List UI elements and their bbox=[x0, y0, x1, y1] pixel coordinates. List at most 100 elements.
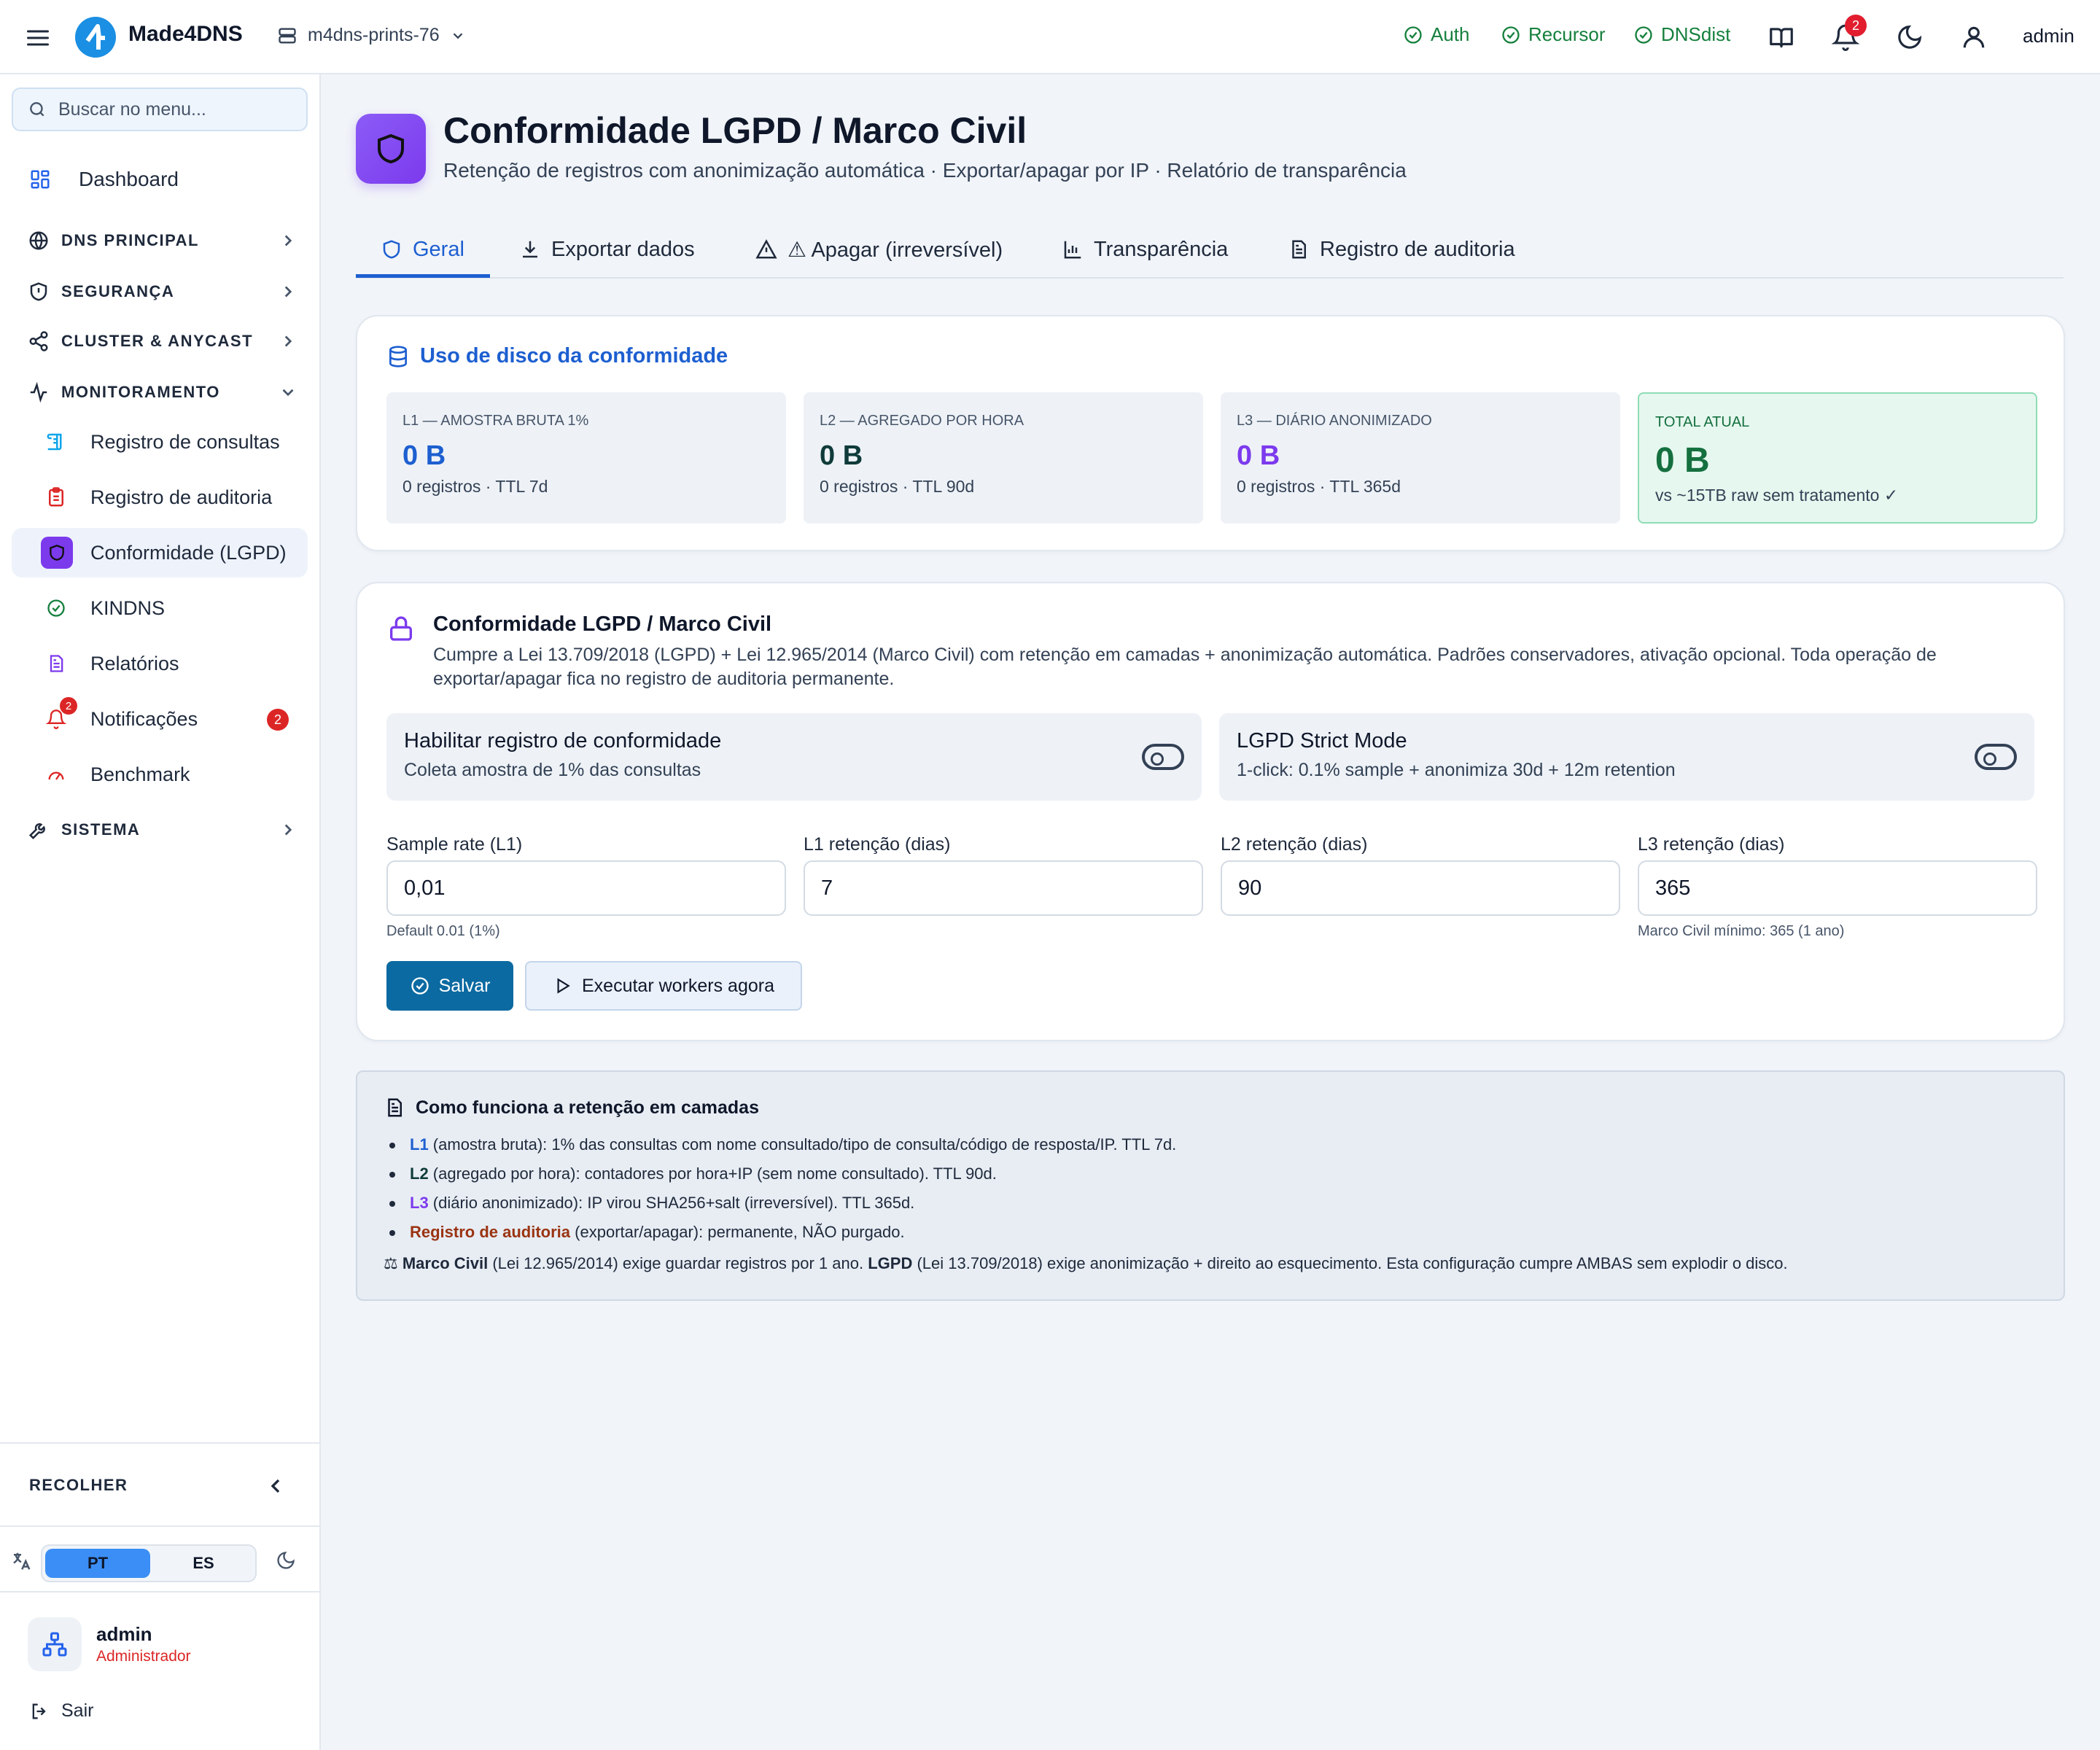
l3-retention-input[interactable] bbox=[1639, 862, 2036, 914]
lock-icon bbox=[390, 616, 412, 641]
scroll-icon bbox=[44, 429, 69, 454]
download-icon bbox=[523, 241, 537, 258]
book-icon[interactable] bbox=[1768, 23, 1795, 51]
bar-chart-icon bbox=[1064, 241, 1081, 259]
list-item: L3 (diário anonimizado): IP virou SHA256… bbox=[389, 1189, 1176, 1218]
notification-badge: 2 bbox=[1845, 15, 1867, 36]
tab-delete[interactable]: ⚠ Apagar (irreversível) bbox=[755, 220, 1003, 279]
status-recursor[interactable]: Recursor bbox=[1501, 23, 1605, 46]
sidebar-item-kindns[interactable]: KINDNS bbox=[12, 583, 308, 633]
search-input[interactable] bbox=[58, 98, 299, 120]
l1-retention-input[interactable] bbox=[805, 862, 1202, 914]
sidebar-item-notifications[interactable]: 2 Notificações 2 bbox=[12, 694, 308, 744]
l1-retention-field[interactable] bbox=[804, 860, 1203, 916]
top-bar: Made4DNS m4dns-prints-76 Auth Recursor D… bbox=[0, 0, 2100, 74]
check-circle-icon bbox=[1502, 26, 1520, 44]
tab-export[interactable]: Exportar dados bbox=[519, 220, 695, 279]
list-item: L1 (amostra bruta): 1% das consultas com… bbox=[389, 1130, 1176, 1159]
server-name: m4dns-prints-76 bbox=[308, 25, 440, 45]
chevron-left-icon bbox=[271, 1479, 280, 1493]
active-tab-indicator bbox=[356, 274, 490, 278]
language-row: PT ES bbox=[0, 1527, 319, 1592]
l3-retention-label: L3 retenção (dias) bbox=[1638, 834, 1785, 855]
stat-l3: L3 — DIÁRIO ANONIMIZADO 0 B 0 registros … bbox=[1221, 392, 1620, 524]
logout-button[interactable]: Sair bbox=[29, 1700, 93, 1722]
tab-transparency[interactable]: Transparência bbox=[1062, 220, 1228, 279]
share-icon bbox=[29, 331, 48, 351]
shield-icon bbox=[383, 240, 400, 259]
menu-icon[interactable] bbox=[25, 25, 51, 51]
sidebar-section-security[interactable]: SEGURANÇA bbox=[12, 271, 308, 312]
lang-es-button[interactable]: ES bbox=[152, 1549, 255, 1578]
moon-icon[interactable] bbox=[276, 1550, 296, 1571]
enable-compliance-switch[interactable] bbox=[1142, 744, 1184, 770]
strict-mode-switch[interactable] bbox=[1975, 744, 2017, 770]
menu-search[interactable] bbox=[12, 88, 308, 131]
sidebar-item-audit-log[interactable]: Registro de auditoria bbox=[12, 472, 308, 522]
compliance-description: Cumpre a Lei 13.709/2018 (LGPD) + Lei 12… bbox=[433, 645, 1937, 689]
sidebar-section-cluster[interactable]: CLUSTER & ANYCAST bbox=[12, 321, 308, 362]
chevron-right-icon bbox=[284, 335, 292, 347]
activity-icon bbox=[30, 381, 47, 403]
check-circle-icon bbox=[411, 977, 429, 995]
sidebar-section-monitoring[interactable]: MONITORAMENTO bbox=[12, 372, 308, 413]
sample-rate-hint: Default 0.01 (1%) bbox=[386, 923, 500, 939]
check-circle-icon bbox=[44, 596, 69, 621]
server-selector[interactable]: m4dns-prints-76 bbox=[277, 25, 466, 46]
sample-rate-field[interactable] bbox=[386, 860, 786, 916]
globe-icon bbox=[29, 231, 48, 250]
retention-list: L1 (amostra bruta): 1% das consultas com… bbox=[389, 1130, 1176, 1247]
sidebar-item-query-log[interactable]: Registro de consultas bbox=[12, 417, 308, 467]
lang-pt-button[interactable]: PT bbox=[45, 1549, 150, 1578]
collapse-sidebar[interactable]: RECOLHER bbox=[0, 1444, 319, 1527]
sidebar-item-reports[interactable]: Relatórios bbox=[12, 639, 308, 688]
play-icon bbox=[557, 978, 570, 994]
disk-usage-title: Uso de disco da conformidade bbox=[386, 344, 728, 368]
l1-retention-label: L1 retenção (dias) bbox=[804, 834, 951, 855]
sidebar-item-benchmark[interactable]: Benchmark bbox=[12, 750, 308, 799]
stat-total: TOTAL ATUAL 0 B vs ~15TB raw sem tratame… bbox=[1638, 392, 2037, 524]
tab-general[interactable]: Geral bbox=[381, 220, 464, 279]
sidebar-item-dashboard[interactable]: Dashboard bbox=[12, 155, 308, 204]
clipboard-icon bbox=[44, 485, 69, 510]
chevron-right-icon bbox=[284, 235, 292, 246]
sidebar-user-role: Administrador bbox=[96, 1648, 191, 1665]
brand-name: Made4DNS bbox=[128, 22, 243, 46]
stat-l2: L2 — AGREGADO POR HORA 0 B 0 registros ·… bbox=[804, 392, 1203, 524]
retention-info-panel: Como funciona a retenção em camadas L1 (… bbox=[356, 1070, 2065, 1301]
tab-audit-log[interactable]: Registro de auditoria bbox=[1288, 220, 1515, 279]
sidebar-section-dns[interactable]: DNS PRINCIPAL bbox=[12, 220, 308, 261]
database-icon bbox=[389, 345, 407, 368]
chevron-down-icon bbox=[453, 32, 462, 39]
sidebar-section-system[interactable]: SISTEMA bbox=[12, 809, 308, 850]
toggle-strict-mode: LGPD Strict Mode 1-click: 0.1% sample + … bbox=[1219, 713, 2034, 801]
l2-retention-field[interactable] bbox=[1221, 860, 1620, 916]
l3-retention-field[interactable] bbox=[1638, 860, 2037, 916]
search-icon bbox=[30, 102, 44, 117]
save-button[interactable]: Salvar bbox=[386, 961, 513, 1011]
run-workers-button[interactable]: Executar workers agora bbox=[525, 961, 802, 1011]
wrench-icon bbox=[28, 823, 45, 840]
gauge-icon bbox=[44, 762, 69, 787]
l2-retention-label: L2 retenção (dias) bbox=[1221, 834, 1368, 855]
translate-icon bbox=[13, 1552, 31, 1570]
made4dns-logo-icon bbox=[74, 16, 117, 58]
moon-icon[interactable] bbox=[1896, 23, 1924, 51]
l2-retention-input[interactable] bbox=[1222, 862, 1619, 914]
notification-mini-badge: 2 bbox=[60, 697, 77, 715]
server-icon bbox=[279, 28, 296, 43]
user-icon[interactable] bbox=[1960, 23, 1988, 51]
check-circle-icon bbox=[1404, 26, 1422, 44]
page-subtitle: Retenção de registros com anonimização a… bbox=[443, 159, 1407, 182]
logout-icon bbox=[32, 1703, 46, 1719]
top-username[interactable]: admin bbox=[2023, 25, 2074, 47]
page-shield-icon bbox=[356, 114, 426, 184]
language-switch: PT ES bbox=[41, 1544, 257, 1582]
file-text-icon bbox=[388, 1098, 402, 1117]
sidebar-item-compliance[interactable]: Conformidade (LGPD) bbox=[12, 528, 308, 578]
sample-rate-input[interactable] bbox=[388, 862, 785, 914]
status-dnsdist[interactable]: DNSdist bbox=[1633, 23, 1730, 46]
sidebar-user-name: admin bbox=[96, 1623, 152, 1645]
tab-bar: Geral Exportar dados ⚠ Apagar (irreversí… bbox=[356, 220, 2064, 279]
status-auth[interactable]: Auth bbox=[1403, 23, 1470, 46]
